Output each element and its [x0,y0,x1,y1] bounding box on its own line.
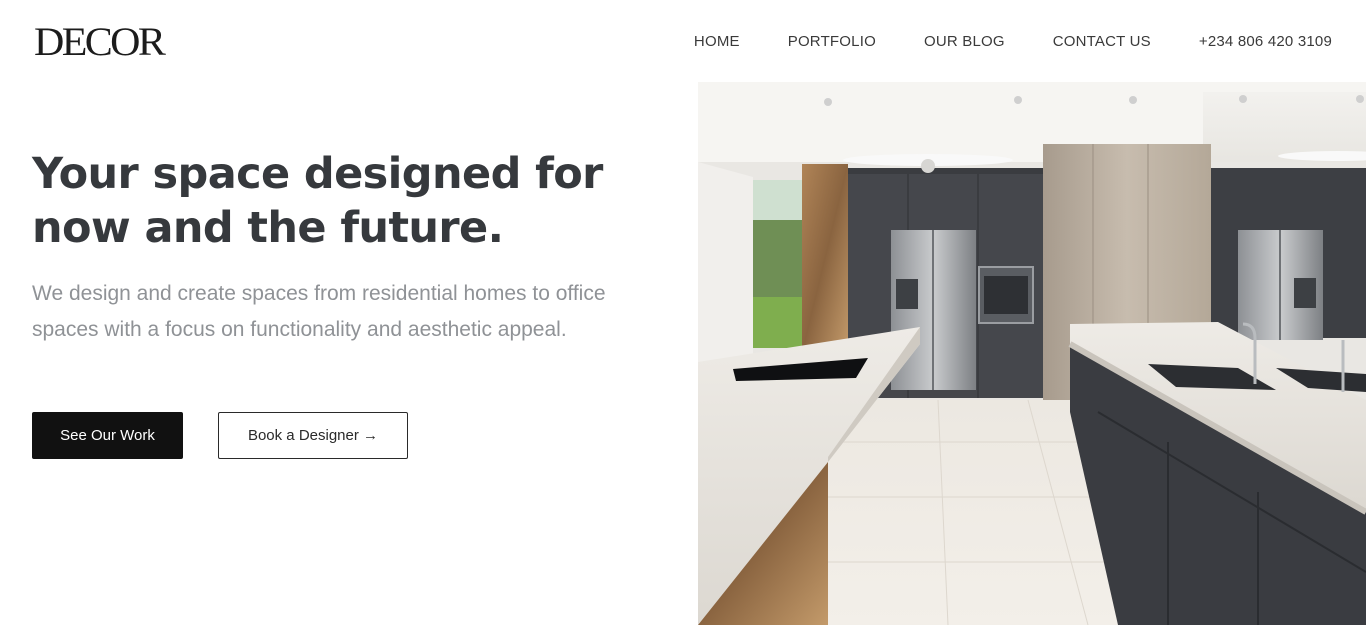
nav-contact-link[interactable]: CONTACT US [1053,33,1151,51]
nav-portfolio-link[interactable]: PORTFOLIO [788,33,876,51]
book-a-designer-button[interactable]: Book a Designer → [218,412,408,459]
nav-phone-link[interactable]: +234 806 420 3109 [1199,33,1332,51]
nav-home-link[interactable]: HOME [694,33,740,51]
logo[interactable]: DECOR [34,20,166,64]
hero-title: Your space designed for now and the futu… [32,149,603,253]
nav-blog-link[interactable]: OUR BLOG [924,33,1005,51]
see-our-work-button[interactable]: See Our Work [32,412,183,459]
hero-description: We design and create spaces from residen… [32,282,606,341]
kitchen-hero-image [698,82,1366,625]
main-nav: HOME PORTFOLIO OUR BLOG CONTACT US +234 … [694,33,1332,51]
